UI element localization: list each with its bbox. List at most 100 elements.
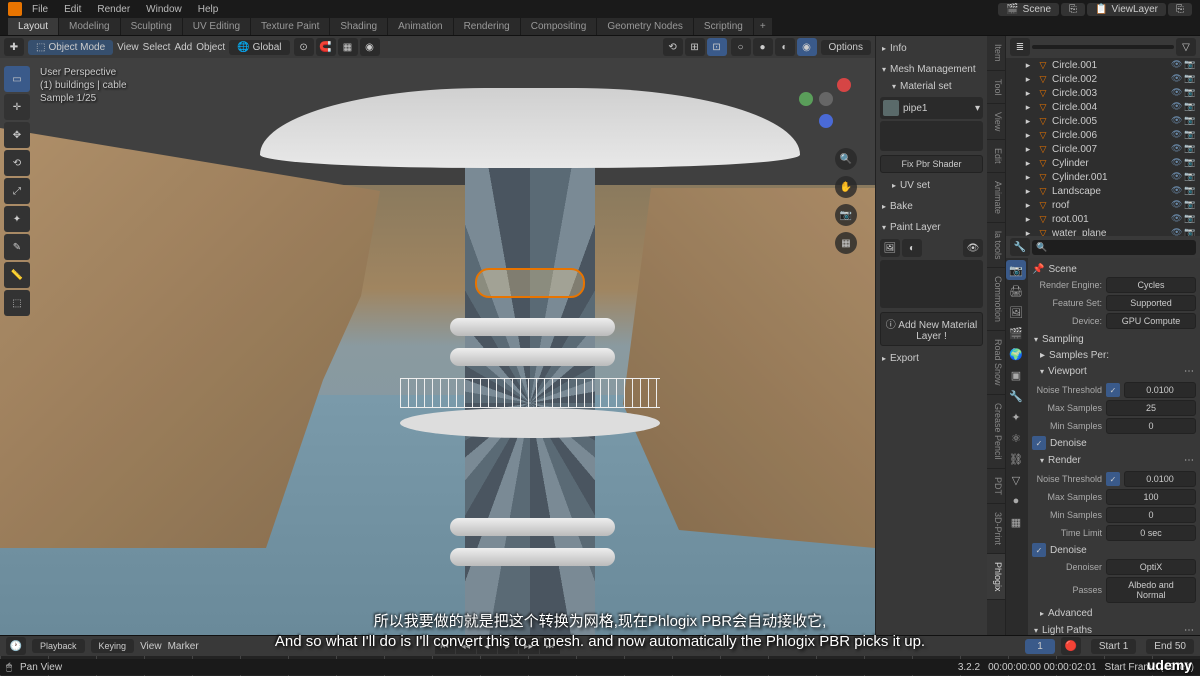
eye-icon[interactable]: 👁 xyxy=(1171,157,1183,169)
proportional-icon[interactable]: ◉ xyxy=(360,38,380,56)
gizmo-z-axis[interactable] xyxy=(819,114,833,128)
ntab-phlogix[interactable]: Phlogix xyxy=(987,554,1005,601)
tab-compositing[interactable]: Compositing xyxy=(521,18,598,35)
prev-key-icon[interactable]: ◂◂ xyxy=(456,638,476,654)
section-advanced[interactable]: Advanced xyxy=(1032,605,1196,622)
r-noise-check[interactable]: ✓ xyxy=(1106,472,1120,486)
jump-start-icon[interactable]: ⏮ xyxy=(435,638,455,654)
section-export[interactable]: Export xyxy=(880,350,983,367)
tl-view-menu[interactable]: View xyxy=(140,641,162,652)
outliner-item[interactable]: ▸▽Circle.001👁📷 xyxy=(1006,58,1200,72)
disclosure-icon[interactable]: ▸ xyxy=(1022,101,1034,113)
eye-icon[interactable]: 👁 xyxy=(1171,129,1183,141)
tab-geometry-nodes[interactable]: Geometry Nodes xyxy=(597,18,694,35)
tab-shading[interactable]: Shading xyxy=(330,18,388,35)
menu-help[interactable]: Help xyxy=(192,2,225,17)
time-limit-field[interactable]: 0 sec xyxy=(1106,525,1196,541)
disclosure-icon[interactable]: ▸ xyxy=(1022,185,1034,197)
render-icon[interactable]: 📷 xyxy=(1184,129,1196,141)
r-min-field[interactable]: 0 xyxy=(1106,507,1196,523)
outliner-item[interactable]: ▸▽Cylinder👁📷 xyxy=(1006,156,1200,170)
layer-img-icon[interactable]: 🖼 xyxy=(880,239,900,257)
timeline-type-icon[interactable]: 🕐 xyxy=(6,637,26,655)
outliner-item[interactable]: ▸▽water_plane👁📷 xyxy=(1006,226,1200,236)
add-cube-tool[interactable]: ⬚ xyxy=(4,290,30,316)
min-samples-field[interactable]: 0 xyxy=(1106,418,1196,434)
tab-texture-paint[interactable]: Texture Paint xyxy=(251,18,330,35)
denoise-check[interactable]: ✓ xyxy=(1032,436,1046,450)
feature-set-field[interactable]: Supported xyxy=(1106,295,1196,311)
disclosure-icon[interactable]: ▸ xyxy=(1022,157,1034,169)
eye-icon[interactable]: 👁 xyxy=(1171,59,1183,71)
max-samples-field[interactable]: 25 xyxy=(1106,400,1196,416)
xray-icon[interactable]: ⊡ xyxy=(707,38,727,56)
render-icon[interactable]: 📷 xyxy=(1184,143,1196,155)
ptab-world[interactable]: 🌍 xyxy=(1006,344,1026,364)
outliner-search[interactable] xyxy=(1032,45,1174,49)
move-tool[interactable]: ✥ xyxy=(4,122,30,148)
solid-shading-icon[interactable]: ● xyxy=(753,38,773,56)
ptab-modifiers[interactable]: 🔧 xyxy=(1006,386,1026,406)
outliner-item[interactable]: ▸▽Cylinder.001👁📷 xyxy=(1006,170,1200,184)
section-mesh-mgmt[interactable]: Mesh Management xyxy=(880,61,983,78)
eye-icon[interactable]: 👁 xyxy=(1171,213,1183,225)
tab-rendering[interactable]: Rendering xyxy=(454,18,521,35)
ntab-pdt[interactable]: PDT xyxy=(987,469,1005,504)
outliner-item[interactable]: ▸▽Circle.006👁📷 xyxy=(1006,128,1200,142)
layer-brush-icon[interactable]: ◐ xyxy=(902,239,922,257)
outliner-item[interactable]: ▸▽Circle.007👁📷 xyxy=(1006,142,1200,156)
eye-icon[interactable]: 👁 xyxy=(1171,199,1183,211)
eye-icon[interactable]: 👁 xyxy=(1171,171,1183,183)
outliner-item[interactable]: ▸▽Circle.003👁📷 xyxy=(1006,86,1200,100)
r-max-field[interactable]: 100 xyxy=(1106,489,1196,505)
eye-icon[interactable]: 👁 xyxy=(1171,87,1183,99)
tl-marker-menu[interactable]: Marker xyxy=(168,641,199,652)
props-search[interactable]: 🔍 xyxy=(1032,240,1196,255)
section-uv-set[interactable]: UV set xyxy=(880,177,983,194)
filter-icon[interactable]: ▽ xyxy=(1176,38,1196,56)
outliner-item[interactable]: ▸▽root.001👁📷 xyxy=(1006,212,1200,226)
matprev-shading-icon[interactable]: ◐ xyxy=(775,38,795,56)
menu-window[interactable]: Window xyxy=(140,2,188,17)
eye-icon[interactable]: 👁 xyxy=(1171,185,1183,197)
disclosure-icon[interactable]: ▸ xyxy=(1022,59,1034,71)
annotate-tool[interactable]: ✎ xyxy=(4,234,30,260)
ntab-animate[interactable]: Animate xyxy=(987,173,1005,223)
viewlayer-selector[interactable]: 📋ViewLayer xyxy=(1087,3,1166,16)
disclosure-icon[interactable]: ▸ xyxy=(1022,87,1034,99)
editor-type-icon[interactable]: ✚ xyxy=(4,38,24,56)
pivot-icon[interactable]: ⊙ xyxy=(294,38,314,56)
ntab-3dprint[interactable]: 3D-Print xyxy=(987,504,1005,554)
device-field[interactable]: GPU Compute xyxy=(1106,313,1196,329)
options-icon[interactable]: ⋯ xyxy=(1184,366,1194,377)
ntab-commotion[interactable]: Commotion xyxy=(987,268,1005,331)
scene-breadcrumb[interactable]: Scene xyxy=(1048,264,1076,275)
render-icon[interactable]: 📷 xyxy=(1184,185,1196,197)
add-material-layer-button[interactable]: ⓘ Add New Material Layer ! xyxy=(880,312,983,346)
vp-menu-view[interactable]: View xyxy=(117,42,139,53)
add-workspace-button[interactable]: + xyxy=(754,18,773,35)
render-icon[interactable]: 📷 xyxy=(1184,101,1196,113)
navigation-gizmo[interactable] xyxy=(795,70,855,130)
tab-scripting[interactable]: Scripting xyxy=(694,18,754,35)
scene-selector[interactable]: 🎬Scene xyxy=(998,3,1059,16)
overlay-toggle-icon[interactable]: ⊞ xyxy=(685,38,705,56)
ptab-particles[interactable]: ✦ xyxy=(1006,407,1026,427)
tl-keying-menu[interactable]: Keying xyxy=(91,639,135,653)
zoom-icon[interactable]: 🔍 xyxy=(835,148,857,170)
noise-threshold-check[interactable]: ✓ xyxy=(1106,383,1120,397)
jump-end-icon[interactable]: ⏭ xyxy=(540,638,560,654)
disclosure-icon[interactable]: ▸ xyxy=(1022,129,1034,141)
gizmo-center[interactable] xyxy=(819,92,833,106)
rendered-shading-icon[interactable]: ◉ xyxy=(797,38,817,56)
orientation-selector[interactable]: 🌐Global xyxy=(229,40,289,55)
render-icon[interactable]: 📷 xyxy=(1184,171,1196,183)
ptab-constraints[interactable]: ⛓ xyxy=(1006,449,1026,469)
ptab-texture[interactable]: ▦ xyxy=(1006,512,1026,532)
perspective-toggle-icon[interactable]: ▦ xyxy=(835,232,857,254)
gizmo-toggle-icon[interactable]: ⟲ xyxy=(663,38,683,56)
outliner-item[interactable]: ▸▽Landscape👁📷 xyxy=(1006,184,1200,198)
rotate-tool[interactable]: ⟲ xyxy=(4,150,30,176)
menu-file[interactable]: File xyxy=(26,2,54,17)
snap-icon[interactable]: 🧲 xyxy=(316,38,336,56)
